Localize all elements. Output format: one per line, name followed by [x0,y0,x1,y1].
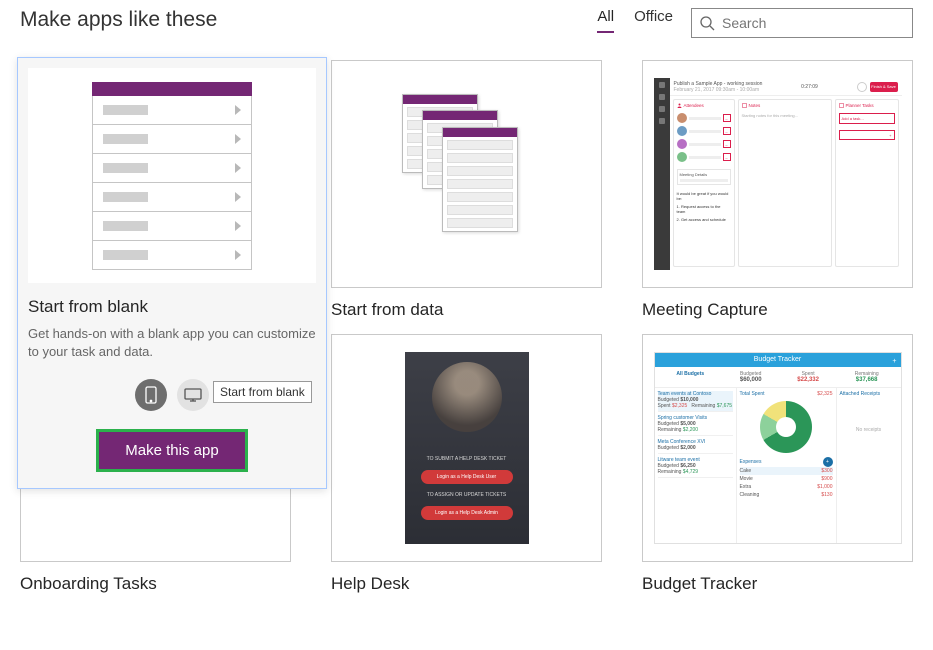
attendees-label: Attendees [684,103,704,108]
budget-preview: Budget Tracker+ All Budgets Budgeted$60,… [654,352,902,544]
page-title: Make apps like these [20,8,579,32]
help-btn1: Login as a Help Desk User [421,470,513,484]
card-title: Start from blank [28,297,316,317]
search-wrap [691,8,913,38]
task-input: Add a task... [842,116,892,121]
phone-layout-button[interactable] [135,379,167,411]
meeting-timer: 0:27:09 [801,84,818,90]
search-icon [699,15,715,31]
agenda-line [680,179,728,182]
wish-1: 1. Request access to the team [677,204,731,214]
card-desc: Get hands-on with a blank app you can cu… [28,325,316,361]
card-meeting-capture[interactable]: Publish a Sample App - working session F… [642,60,913,320]
card-start-from-blank[interactable]: Start from blank Get hands-on with a bla… [20,60,291,320]
tab-office[interactable]: Office [634,8,673,33]
phone-icon [144,386,158,404]
meeting-preview: Publish a Sample App - working session F… [654,78,902,270]
make-this-app-button[interactable]: Make this app [96,429,247,472]
data-cascade-preview [402,94,532,254]
meeting-title: Publish a Sample App - working session [674,81,763,87]
help-line2: TO ASSIGN OR UPDATE TICKETS [427,492,506,498]
card-start-from-data[interactable]: Start from data [331,60,602,320]
help-line1: TO SUBMIT A HELP DESK TICKET [427,456,507,462]
help-btn2: Login as a Help Desk Admin [421,506,513,520]
notes-text: Starting notes for this meeting... [742,113,828,118]
tablet-layout-button[interactable]: Start from blank [177,379,209,411]
wish-text: It would be great if you would be: [677,191,731,201]
save-button: Finish & Save [870,82,898,92]
tab-all[interactable]: All [597,8,614,33]
tasks-label: Planner Tasks [846,103,874,108]
wish-2: 2. Get access and schedule [677,217,731,222]
notes-label: Notes [749,103,761,108]
card-title: Start from data [331,300,602,320]
search-input[interactable] [691,8,913,38]
monitor-icon [184,388,202,402]
layout-tooltip: Start from blank [213,381,312,403]
blank-preview [28,68,316,283]
card-title: Help Desk [331,574,602,594]
helpdesk-preview: TO SUBMIT A HELP DESK TICKET Login as a … [405,352,529,544]
card-title: Meeting Capture [642,300,913,320]
meeting-details-label: Meeting Details [680,172,728,177]
card-help-desk[interactable]: TO SUBMIT A HELP DESK TICKET Login as a … [331,334,602,594]
card-title: Onboarding Tasks [20,574,291,594]
card-budget-tracker[interactable]: Budget Tracker+ All Budgets Budgeted$60,… [642,334,913,594]
meeting-sub: February 21, 2017 09:30am - 10:00am [674,87,763,93]
card-title: Budget Tracker [642,574,913,594]
tab-bar: All Office [597,8,673,33]
